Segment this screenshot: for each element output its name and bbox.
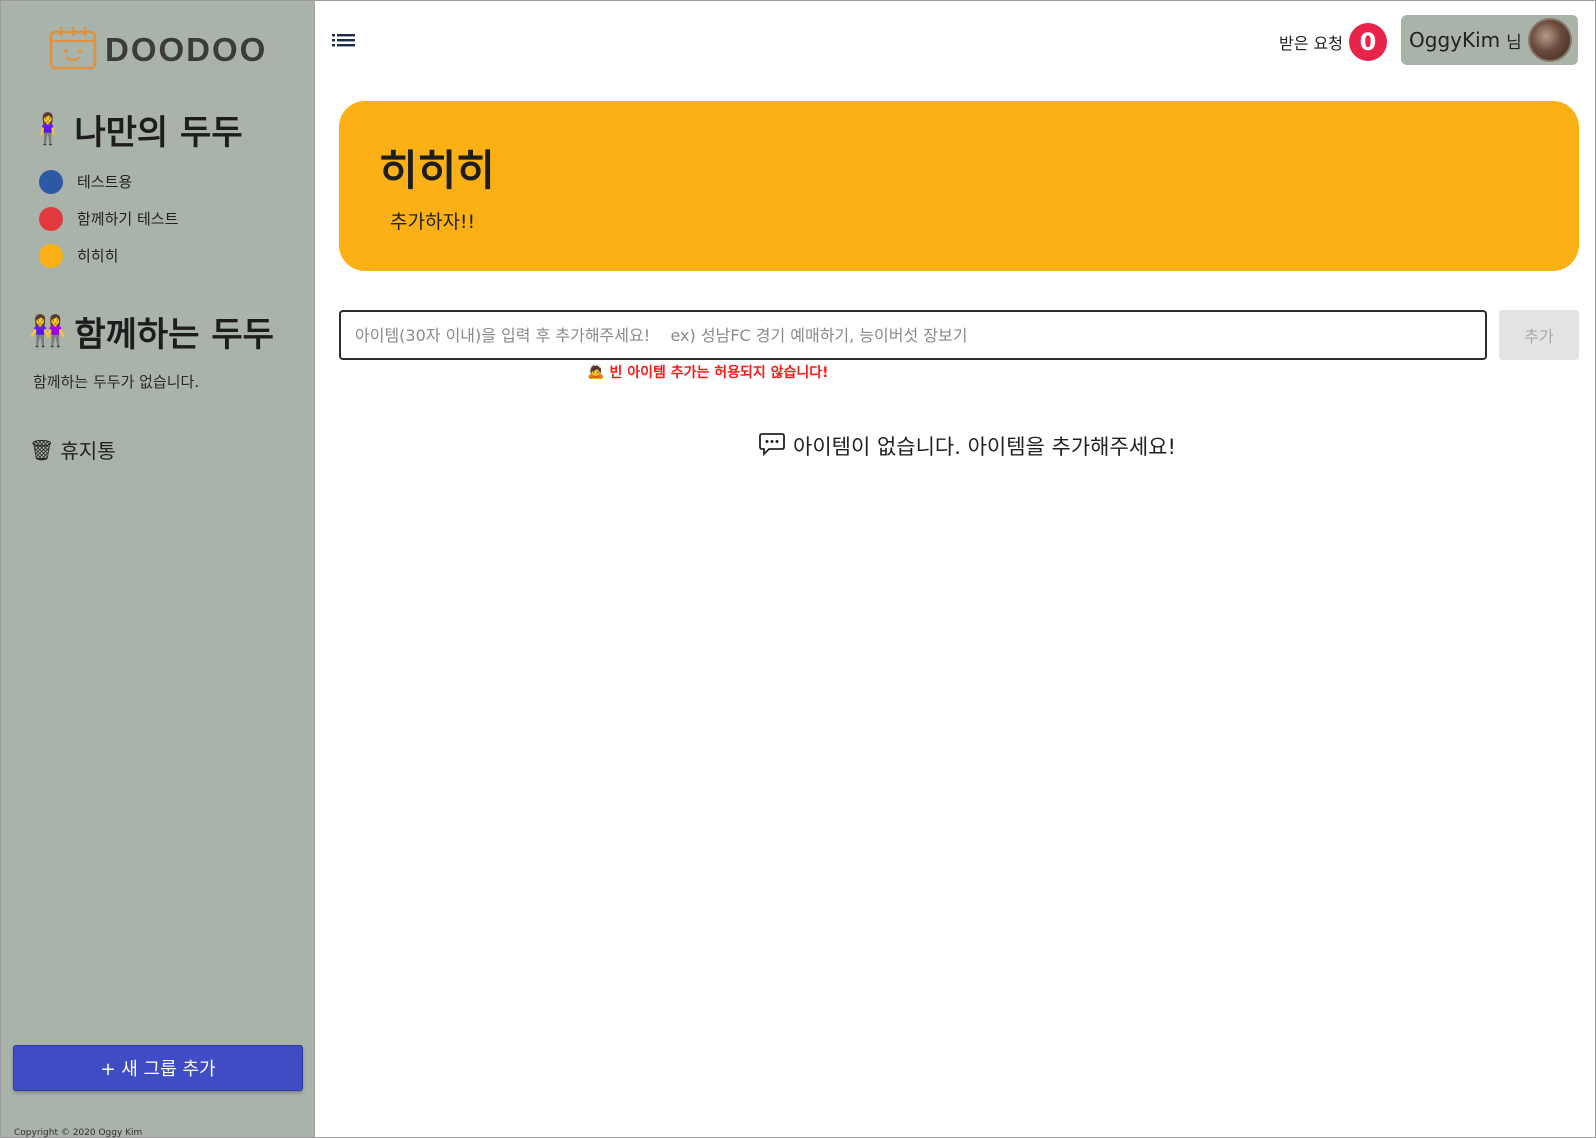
user-menu-button[interactable]: OggyKim 님	[1401, 15, 1578, 65]
trash-label: 휴지통	[60, 439, 116, 463]
new-group-button[interactable]: + 새 그룹 추가	[13, 1045, 303, 1091]
shared-empty-text: 함께하는 두두가 없습니다.	[33, 373, 200, 391]
requests-label: 받은 요청	[1279, 34, 1343, 53]
list-menu-icon	[331, 34, 357, 55]
group-item-label: 함께하기 테스트	[77, 210, 179, 228]
group-item-test[interactable]: 테스트용	[39, 163, 178, 200]
bowing-person-icon: 🙇	[587, 364, 605, 380]
group-color-dot	[39, 169, 63, 194]
group-item-together-test[interactable]: 함께하기 테스트	[39, 200, 178, 237]
group-item-label: 테스트용	[77, 173, 133, 191]
group-item-hihihi[interactable]: 히히히	[39, 237, 178, 274]
trash-link[interactable]: 🗑 휴지통	[29, 435, 116, 464]
logo[interactable]: DOODOO	[49, 27, 267, 73]
empty-items-text: 아이템이 없습니다. 아이템을 추가해주세요!	[793, 435, 1176, 459]
app-window: DOODOO 🧍‍♀️ 나만의 두두 테스트용 함께하기 테스트 히히히 👭 함…	[0, 0, 1596, 1138]
warning-text: 빈 아이템 추가는 허용되지 않습니다!	[609, 365, 829, 381]
sidebar: DOODOO 🧍‍♀️ 나만의 두두 테스트용 함께하기 테스트 히히히 👭 함…	[1, 1, 315, 1138]
item-input[interactable]	[339, 310, 1487, 360]
group-color-dot	[39, 206, 63, 231]
copyright: Copyright © 2020 Oggy Kim	[14, 1128, 143, 1138]
menu-toggle-button[interactable]	[331, 29, 357, 51]
my-doodoo-heading: 🧍‍♀️ 나만의 두두	[29, 105, 243, 154]
calendar-face-icon	[49, 26, 97, 74]
user-name: OggyKim	[1409, 28, 1501, 52]
logo-text: DOODOO	[105, 31, 268, 68]
my-doodoo-title: 나만의 두두	[74, 113, 243, 153]
shared-doodoo-heading: 👭 함께하는 두두	[29, 307, 274, 356]
group-banner: 히히히 추가하자!!	[339, 101, 1579, 271]
empty-item-warning: 🙇 빈 아이템 추가는 허용되지 않습니다!	[587, 362, 829, 382]
add-item-button[interactable]: 추가	[1499, 310, 1579, 360]
received-requests[interactable]: 받은 요청 0	[1279, 23, 1387, 61]
speech-bubble-icon	[759, 432, 785, 461]
shared-doodoo-title: 함께하는 두두	[74, 315, 274, 355]
two-people-icon: 👭	[29, 313, 67, 349]
group-item-label: 히히히	[77, 247, 119, 265]
user-suffix: 님	[1506, 32, 1522, 53]
group-list: 테스트용 함께하기 테스트 히히히	[39, 163, 178, 274]
requests-count-badge: 0	[1348, 23, 1387, 61]
group-title: 히히히	[379, 146, 495, 195]
trash-icon: 🗑	[29, 437, 55, 462]
empty-items-message: 아이템이 없습니다. 아이템을 추가해주세요!	[759, 431, 1176, 461]
group-description: 추가하자!!	[390, 211, 476, 233]
standing-person-icon: 🧍‍♀️	[29, 111, 67, 147]
group-color-dot	[39, 243, 63, 268]
avatar	[1528, 18, 1572, 62]
